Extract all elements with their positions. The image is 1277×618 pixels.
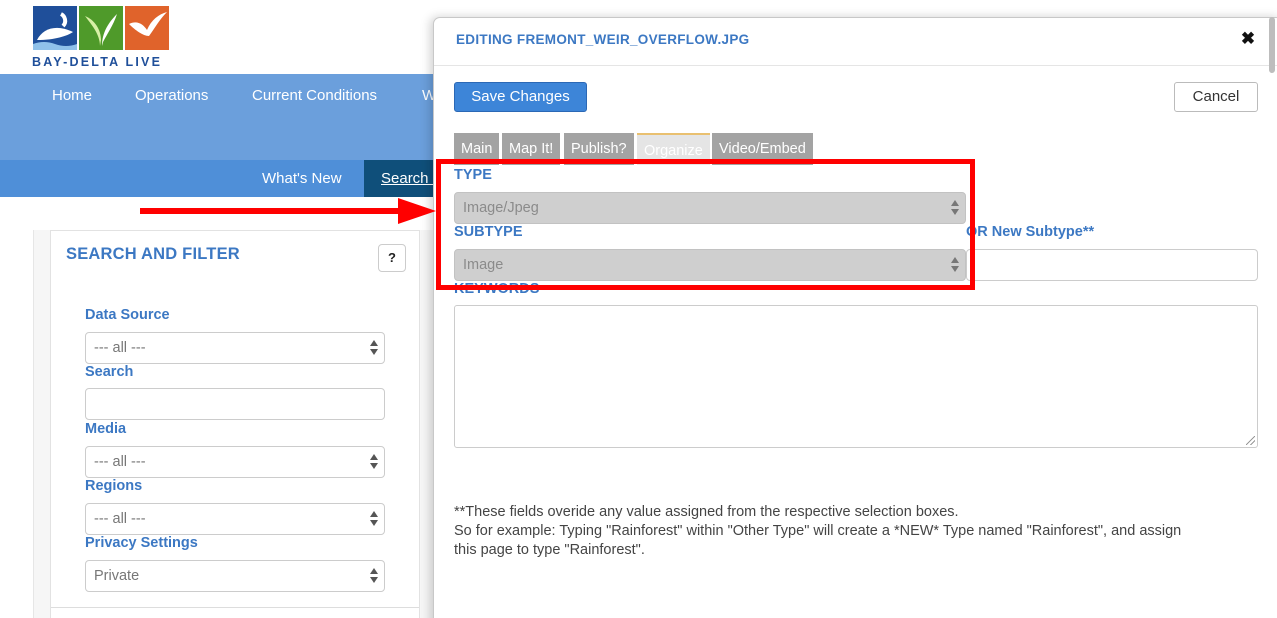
regions-value: --- all --- [94, 511, 146, 527]
search-filter-panel: SEARCH AND FILTER ? Data Source --- all … [50, 230, 420, 618]
select-caret-icon [370, 339, 378, 357]
modal-title: EDITING FREMONT_WEIR_OVERFLOW.JPG [456, 32, 750, 47]
whale-logo-icon [33, 6, 77, 50]
save-changes-button[interactable]: Save Changes [454, 82, 587, 112]
red-arrow-icon [140, 198, 436, 224]
resize-grip-icon[interactable] [1246, 436, 1255, 445]
page-scrollbar[interactable] [1267, 17, 1277, 618]
regions-select[interactable]: --- all --- [85, 503, 385, 535]
media-value: --- all --- [94, 454, 146, 470]
nav-operations[interactable]: Operations [135, 87, 208, 104]
select-caret-icon [370, 510, 378, 528]
override-note-line-1: **These fields overide any value assigne… [454, 504, 959, 520]
close-icon[interactable]: ✖ [1240, 30, 1256, 48]
media-select[interactable]: --- all --- [85, 446, 385, 478]
edit-modal: EDITING FREMONT_WEIR_OVERFLOW.JPG ✖ Save… [433, 17, 1277, 618]
keywords-textarea[interactable] [454, 305, 1258, 448]
privacy-label: Privacy Settings [85, 535, 198, 551]
cancel-button[interactable]: Cancel [1174, 82, 1258, 112]
panel-divider [51, 607, 419, 608]
privacy-select[interactable]: Private [85, 560, 385, 592]
search-input[interactable] [85, 388, 385, 420]
select-caret-icon [370, 453, 378, 471]
new-subtype-input[interactable] [966, 249, 1258, 281]
privacy-value: Private [94, 568, 140, 584]
subnav-whats-new[interactable]: What's New [262, 170, 342, 187]
override-note-line-2: So for example: Typing "Rainforest" with… [454, 523, 1182, 539]
regions-label: Regions [85, 478, 143, 494]
new-subtype-label: OR New Subtype** [966, 224, 1095, 240]
nav-current-conditions[interactable]: Current Conditions [252, 87, 377, 104]
subnav-search-tab[interactable]: Search & [364, 160, 444, 197]
search-filter-title: SEARCH AND FILTER [66, 245, 240, 263]
bird-logo-icon [125, 6, 169, 50]
data-source-select[interactable]: --- all --- [85, 332, 385, 364]
logo-text: BAY-DELTA LIVE [32, 55, 163, 69]
site-logo[interactable]: BAY-DELTA LIVE [32, 6, 192, 69]
logo-tiles [33, 6, 192, 50]
help-button[interactable]: ? [378, 244, 406, 272]
modal-header-divider [434, 65, 1277, 66]
nav-home[interactable]: Home [52, 87, 92, 104]
scrollbar-thumb[interactable] [1269, 17, 1275, 73]
override-note-line-3: this page to type "Rainforest". [454, 542, 645, 558]
data-source-value: --- all --- [94, 340, 146, 356]
select-caret-icon [370, 567, 378, 585]
highlight-box [436, 159, 975, 290]
data-source-label: Data Source [85, 307, 170, 323]
plant-logo-icon [79, 6, 123, 50]
search-label: Search [85, 364, 134, 380]
media-label: Media [85, 421, 127, 437]
